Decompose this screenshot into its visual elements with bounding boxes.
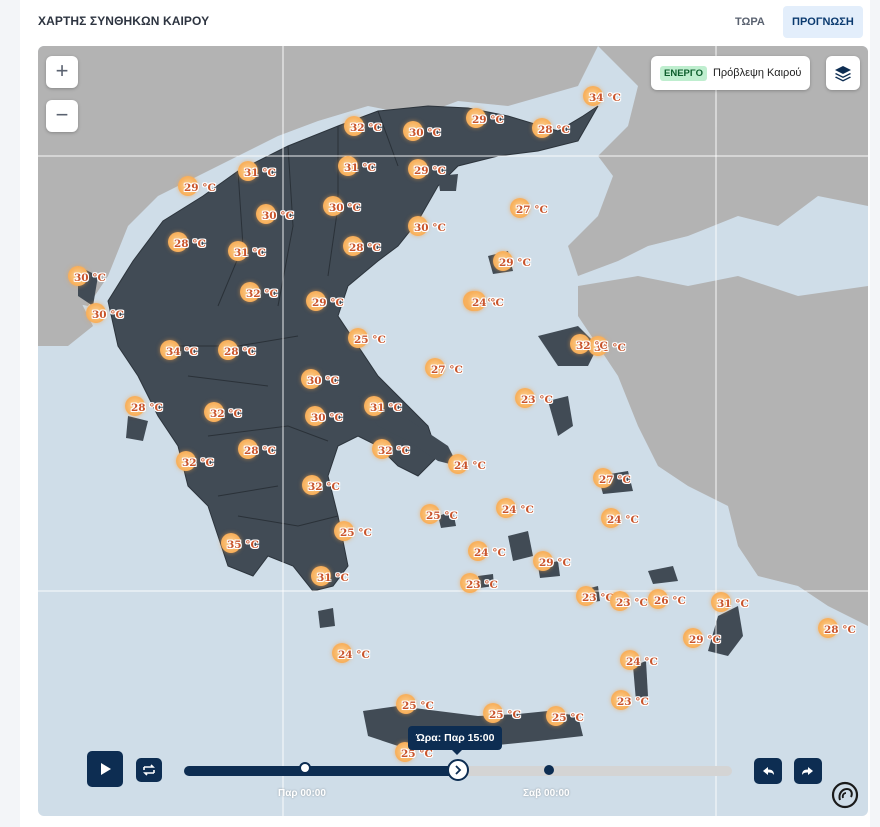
timeline-label: Παρ 00:00	[278, 788, 326, 799]
timeline-day-marker[interactable]	[544, 765, 554, 775]
map-base	[38, 46, 868, 816]
temperature-label: 30 °C	[92, 309, 124, 321]
temperature-label: 23 °C	[617, 696, 649, 708]
temperature-label: 32 °C	[182, 457, 214, 469]
brand-logo-icon	[830, 780, 860, 810]
temperature-label: 24 °C	[472, 297, 504, 309]
loop-button[interactable]	[136, 758, 162, 782]
temperature-label: 25 °C	[489, 709, 521, 721]
weather-map[interactable]: + − ΕΝΕΡΓΟ Πρόβλεψη Καιρού 34 °C 32 °C 30 …	[38, 46, 868, 816]
temperature-label: 29 °C	[539, 557, 571, 569]
layers-icon	[835, 66, 851, 82]
zoom-in-button[interactable]: +	[46, 56, 78, 88]
temperature-label: 30 °C	[311, 412, 343, 424]
temperature-label: 34 °C	[589, 92, 621, 104]
temperature-label: 28 °C	[224, 346, 256, 358]
temperature-label: 26 °C	[654, 595, 686, 607]
temperature-label: 28 °C	[349, 242, 381, 254]
temperature-label: 29 °C	[184, 182, 216, 194]
weather-map-card: ΧΑΡΤΗΣ ΣΥΝΘΗΚΩΝ ΚΑΙΡΟΥ ΤΩΡΑ ΠΡΟΓΝΩΣΗ + −…	[20, 0, 870, 827]
temperature-label: 29 °C	[689, 634, 721, 646]
step-back-button[interactable]	[754, 758, 782, 784]
temperature-label: 31 °C	[234, 247, 266, 259]
tab-now[interactable]: ΤΩΡΑ	[726, 6, 774, 38]
timeline-handle[interactable]	[447, 759, 469, 781]
temperature-label: 23 °C	[466, 579, 498, 591]
rhodes-island	[708, 606, 743, 656]
temperature-label: 23 °C	[616, 597, 648, 609]
temperature-label: 32 °C	[308, 481, 340, 493]
temperature-label: 24 °C	[474, 547, 506, 559]
temperature-label: 32 °C	[350, 122, 382, 134]
active-layer-pill[interactable]: ΕΝΕΡΓΟ Πρόβλεψη Καιρού	[651, 56, 811, 90]
undo-icon	[763, 767, 774, 775]
temperature-label: 25 °C	[402, 700, 434, 712]
kos-island	[648, 566, 678, 584]
redo-icon	[802, 767, 813, 775]
temperature-label: 29 °C	[312, 297, 344, 309]
temperature-label: 30 °C	[329, 202, 361, 214]
temperature-label: 24 °C	[607, 514, 639, 526]
temperature-label: 32 °C	[576, 340, 608, 352]
time-tooltip: Ώρα: Παρ 15:00	[408, 726, 503, 755]
chevron-right-icon	[455, 765, 462, 775]
temperature-label: 30 °C	[414, 222, 446, 234]
timeline-day-marker[interactable]	[299, 762, 311, 774]
temperature-label: 31 °C	[717, 598, 749, 610]
temperature-label: 35 °C	[227, 539, 259, 551]
kefalonia-island	[126, 416, 148, 441]
layer-label: Πρόβλεψη Καιρού	[712, 67, 802, 79]
active-badge: ΕΝΕΡΓΟ	[660, 65, 707, 81]
temperature-label: 27 °C	[599, 474, 631, 486]
temperature-label: 27 °C	[431, 364, 463, 376]
temperature-label: 25 °C	[552, 712, 584, 724]
temperature-label: 25 °C	[354, 334, 386, 346]
temperature-label: 30 °C	[262, 210, 294, 222]
temperature-label: 29 °C	[499, 257, 531, 269]
temperature-label: 28 °C	[131, 402, 163, 414]
temperature-label: 24 °C	[626, 656, 658, 668]
play-icon	[101, 763, 111, 775]
temperature-label: 24 °C	[502, 504, 534, 516]
temperature-label: 28 °C	[174, 238, 206, 250]
layers-button[interactable]	[826, 56, 860, 90]
zoom-out-button[interactable]: −	[46, 100, 78, 132]
temperature-label: 30 °C	[409, 127, 441, 139]
temperature-label: 31 °C	[344, 162, 376, 174]
turkey-coast	[578, 276, 868, 626]
temperature-label: 34 °C	[166, 346, 198, 358]
page-title: ΧΑΡΤΗΣ ΣΥΝΘΗΚΩΝ ΚΑΙΡΟΥ	[38, 14, 210, 28]
temperature-label: 25 °C	[426, 510, 458, 522]
temperature-label: 28 °C	[824, 624, 856, 636]
repeat-icon	[143, 764, 155, 776]
temperature-label: 25 °C	[340, 527, 372, 539]
step-forward-button[interactable]	[794, 758, 822, 784]
timeline-label: Σαβ 00:00	[523, 788, 570, 799]
tab-forecast[interactable]: ΠΡΟΓΝΩΣΗ	[783, 6, 863, 38]
temperature-label: 30 °C	[307, 375, 339, 387]
temperature-label: 31 °C	[370, 402, 402, 414]
temperature-label: 32 °C	[246, 288, 278, 300]
temperature-label: 29 °C	[472, 114, 504, 126]
timeline-progress	[184, 766, 458, 776]
temperature-label: 24 °C	[338, 649, 370, 661]
temperature-label: 23 °C	[521, 394, 553, 406]
temperature-label: 31 °C	[244, 167, 276, 179]
temperature-label: 32 °C	[210, 408, 242, 420]
temperature-label: 30 °C	[74, 272, 106, 284]
play-button[interactable]	[87, 751, 123, 787]
temperature-label: 28 °C	[538, 124, 570, 136]
temperature-label: 29 °C	[414, 165, 446, 177]
temperature-label: 24 °C	[454, 460, 486, 472]
naxos-island	[508, 531, 533, 561]
temperature-label: 31 °C	[317, 572, 349, 584]
kythira-island	[318, 608, 335, 628]
temperature-label: 27 °C	[516, 204, 548, 216]
temperature-label: 28 °C	[244, 445, 276, 457]
temperature-label: 32 °C	[378, 445, 410, 457]
